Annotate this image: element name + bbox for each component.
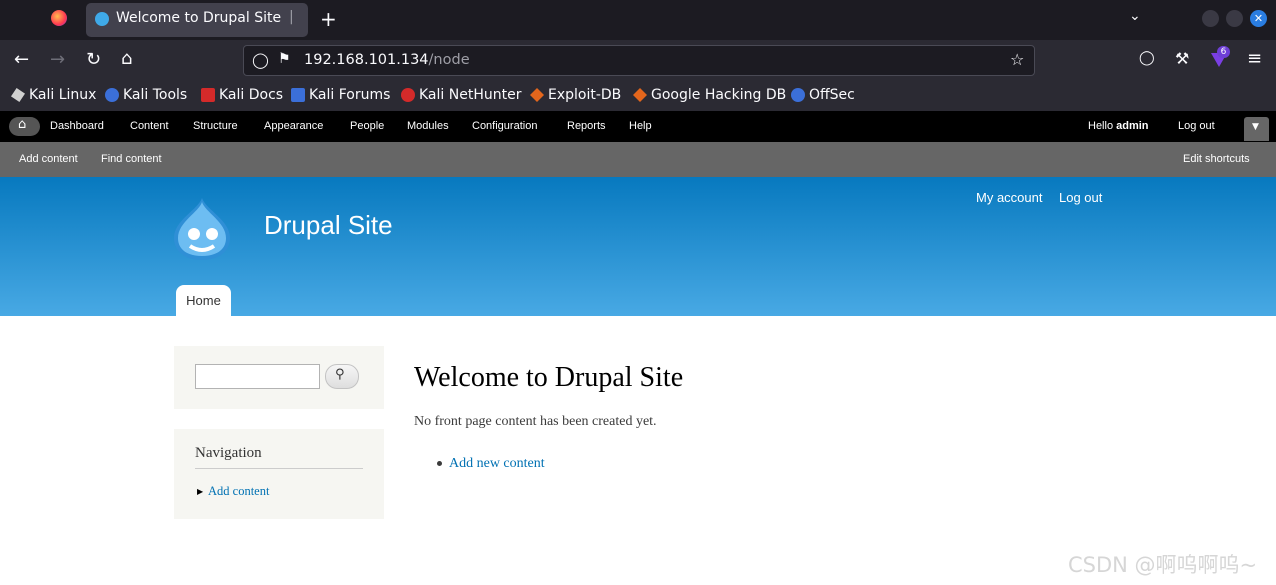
bookmark-offsec[interactable]: OffSec: [791, 87, 855, 103]
maximize-button[interactable]: [1226, 10, 1243, 27]
toolbar-modules[interactable]: Modules: [407, 120, 449, 132]
bookmark-label: Kali NetHunter: [419, 87, 522, 103]
tab-close-icon[interactable]: |: [289, 9, 294, 25]
navigation-divider: [195, 468, 363, 469]
bookmark-exploit-db[interactable]: Exploit-DB: [530, 87, 621, 103]
toolbar-appearance[interactable]: Appearance: [264, 120, 323, 132]
shield-icon[interactable]: ◯: [252, 51, 269, 69]
drawer-chevron-down-icon: ▼: [1252, 122, 1259, 132]
minimize-button[interactable]: [1202, 10, 1219, 27]
exploit-db-icon: [530, 88, 544, 102]
shortcuts-bar: [0, 142, 1276, 177]
toolbar-configuration[interactable]: Configuration: [472, 120, 537, 132]
bookmark-kali-tools[interactable]: Kali Tools: [105, 87, 187, 103]
firefox-icon[interactable]: [51, 10, 67, 26]
pocket-icon[interactable]: ◯: [1139, 50, 1155, 66]
bookmark-label: Kali Forums: [309, 87, 391, 103]
extensions-badge: 6: [1217, 46, 1230, 58]
csdn-watermark: CSDN @啊呜啊呜~: [1068, 553, 1258, 577]
bookmark-kali-linux[interactable]: Kali Linux: [11, 87, 96, 103]
greeting-text: Hello: [1088, 120, 1117, 132]
drupal-logo-icon[interactable]: [172, 196, 232, 262]
secondary-log-out[interactable]: Log out: [1059, 190, 1102, 205]
new-tab-icon[interactable]: +: [320, 7, 337, 31]
shortcut-add-content[interactable]: Add content: [19, 153, 78, 165]
forward-icon[interactable]: →: [50, 49, 65, 70]
bookmark-google-hacking-db[interactable]: Google Hacking DB: [633, 87, 786, 103]
kali-tools-icon: [105, 88, 119, 102]
toolbar-content[interactable]: Content: [130, 120, 169, 132]
kali-nethunter-icon: [401, 88, 415, 102]
ghdb-icon: [633, 88, 647, 102]
browser-tab-bar: Welcome to Drupal Site | D | + ⌄ ✕: [0, 0, 1276, 40]
toolbar-dashboard[interactable]: Dashboard: [50, 120, 104, 132]
bookmark-label: Google Hacking DB: [651, 87, 787, 103]
home-icon[interactable]: ⌂: [121, 48, 132, 69]
arrow-right-icon: ▶: [197, 487, 204, 496]
search-input[interactable]: [195, 364, 320, 389]
kali-dragon-icon: [11, 88, 25, 102]
kali-forums-icon: [291, 88, 305, 102]
tab-title: Welcome to Drupal Site | D: [116, 10, 286, 26]
bookmark-label: Kali Linux: [29, 87, 97, 103]
url-bar[interactable]: ◯ ⚑ 192.168.101.134/node ☆: [243, 45, 1035, 76]
navigation-title: Navigation: [195, 445, 262, 461]
toolbar-structure[interactable]: Structure: [193, 120, 238, 132]
site-name[interactable]: Drupal Site: [264, 210, 393, 241]
bookmark-star-icon[interactable]: ☆: [1010, 50, 1024, 69]
secondary-my-account[interactable]: My account: [976, 190, 1042, 205]
close-window-button[interactable]: ✕: [1250, 10, 1267, 27]
offsec-icon: [791, 88, 805, 102]
no-content-message: No front page content has been created y…: [414, 414, 657, 429]
bullet: [437, 461, 442, 466]
page-title: Welcome to Drupal Site: [414, 362, 684, 393]
toolbar-people[interactable]: People: [350, 120, 384, 132]
menu-icon[interactable]: ≡: [1247, 48, 1262, 69]
toolbar-username[interactable]: admin: [1116, 120, 1148, 132]
kali-docs-icon: [201, 88, 215, 102]
shortcut-find-content[interactable]: Find content: [101, 153, 162, 165]
add-new-content-link[interactable]: Add new content: [449, 456, 545, 472]
bookmark-kali-docs[interactable]: Kali Docs: [201, 87, 283, 103]
edit-shortcuts-link[interactable]: Edit shortcuts: [1183, 153, 1250, 165]
lock-warning-icon[interactable]: ⚑: [278, 51, 291, 67]
url-host: 192.168.101.134: [304, 52, 429, 68]
bookmark-kali-forums[interactable]: Kali Forums: [291, 87, 390, 103]
url-path: /node: [428, 52, 470, 68]
nav-add-content-link[interactable]: Add content: [208, 484, 269, 499]
navigation-block: [174, 429, 384, 519]
url-text: 192.168.101.134/node: [304, 52, 470, 68]
bookmark-label: Kali Docs: [219, 87, 284, 103]
toolbar-help[interactable]: Help: [629, 120, 652, 132]
toolbar-greeting: Hello admin: [1088, 120, 1149, 132]
bookmark-kali-nethunter[interactable]: Kali NetHunter: [401, 87, 521, 103]
bookmark-label: OffSec: [809, 87, 855, 103]
bookmark-label: Exploit-DB: [548, 87, 622, 103]
drupal-favicon-icon: [95, 12, 109, 26]
tab-list-chevron-icon[interactable]: ⌄: [1129, 8, 1141, 24]
toolbar-logout[interactable]: Log out: [1178, 120, 1215, 132]
reload-icon[interactable]: ↻: [86, 49, 101, 70]
house-icon: ⌂: [18, 117, 27, 132]
tab-home[interactable]: Home: [176, 285, 231, 316]
search-icon: ⚲: [335, 367, 345, 382]
bookmark-label: Kali Tools: [123, 87, 188, 103]
extensions-icon[interactable]: ⚒: [1175, 49, 1189, 68]
toolbar-reports[interactable]: Reports: [567, 120, 606, 132]
back-icon[interactable]: ←: [14, 49, 29, 70]
